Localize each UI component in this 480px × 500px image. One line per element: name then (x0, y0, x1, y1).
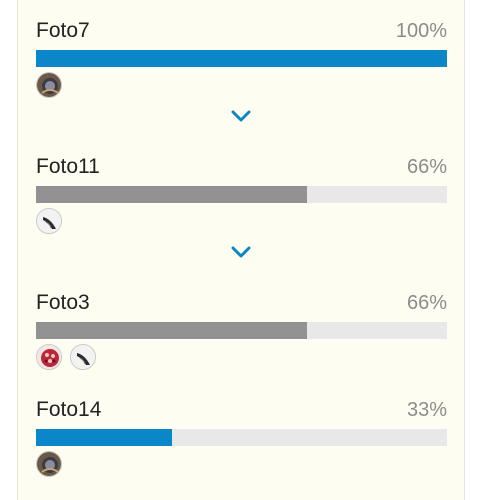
option-percent: 33% (406, 399, 447, 421)
avatar[interactable] (36, 451, 62, 477)
voter-list (36, 208, 447, 236)
option-percent: 66% (406, 156, 447, 178)
option-percent: 66% (406, 292, 447, 314)
option-header: Foto11 66% (36, 154, 447, 180)
poll-option-foto3: Foto3 66% (36, 290, 447, 372)
option-label: Foto11 (36, 155, 100, 178)
poll-option-foto11: Foto11 66% (36, 154, 447, 236)
voter-list (36, 451, 447, 479)
option-label: Foto3 (36, 291, 90, 314)
chevron-down-icon (231, 110, 251, 122)
avatar[interactable] (36, 72, 62, 98)
expand-voters-button[interactable] (18, 242, 464, 262)
poll-option-foto7: Foto7 100% (36, 18, 447, 100)
progress-fill (36, 186, 308, 203)
option-header: Foto14 33% (36, 397, 447, 423)
option-label: Foto7 (36, 19, 90, 42)
option-label: Foto14 (36, 398, 102, 421)
avatar[interactable] (70, 344, 96, 370)
voter-list (36, 72, 447, 100)
progress-track (36, 50, 447, 67)
progress-fill (36, 322, 308, 339)
progress-track (36, 186, 447, 203)
progress-fill (36, 50, 447, 67)
expand-voters-button[interactable] (18, 106, 464, 126)
progress-track (36, 429, 447, 446)
option-header: Foto3 66% (36, 290, 447, 316)
voter-list (36, 344, 447, 372)
poll-results-panel: Foto7 100% Foto11 66% Foto3 66% Foto14 3… (17, 0, 465, 500)
chevron-down-icon (231, 246, 251, 258)
avatar[interactable] (36, 208, 62, 234)
poll-option-foto14: Foto14 33% (36, 397, 447, 479)
avatar[interactable] (36, 344, 62, 370)
option-header: Foto7 100% (36, 18, 447, 44)
progress-track (36, 322, 447, 339)
option-percent: 100% (395, 20, 447, 42)
progress-fill (36, 429, 172, 446)
